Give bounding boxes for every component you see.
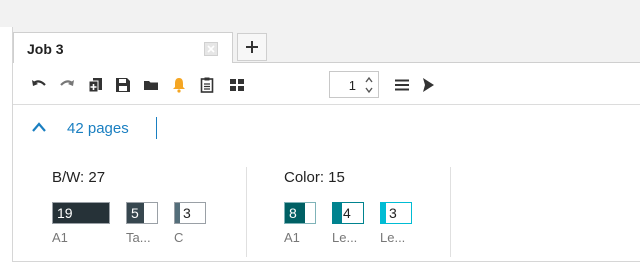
plus-icon [246,41,258,53]
layout-grid-icon[interactable] [228,76,246,94]
folder-icon[interactable] [142,76,160,94]
bw-chip-3-count: 3 [183,205,191,221]
clipboard-icon[interactable] [198,76,216,94]
bw-chip-3[interactable]: 3 [174,202,206,224]
bw-chip-1-caption: A1 [52,230,68,245]
color-chip-2-caption: Le... [332,230,358,245]
bw-chip-1-count: 19 [57,205,73,221]
copies-value: 1 [348,78,356,93]
save-icon[interactable] [114,76,132,94]
color-title: Color: 15 [284,169,345,186]
group-divider-right [450,167,451,257]
bw-chip-3-caption: C [174,230,184,245]
stepper-arrows-icon[interactable] [364,75,374,95]
color-chip-3-caption: Le... [380,230,406,245]
redo-icon[interactable] [58,76,76,94]
job-panel: Job 3 1 42 pages B/W: 27 19 A1 5 Ta... 3… [12,27,640,262]
group-divider [246,167,247,257]
color-chip-2-fill [333,203,342,223]
color-chip-2[interactable]: 4 [332,202,364,224]
tab-strip: Job 3 [13,27,640,63]
bw-chip-2[interactable]: 5 [126,202,158,224]
text-caret [156,117,157,139]
send-icon[interactable] [419,76,437,94]
insert-pages-icon[interactable] [86,76,104,94]
tab-job[interactable]: Job 3 [13,32,233,63]
color-chip-3[interactable]: 3 [380,202,412,224]
add-tab-button[interactable] [237,33,267,61]
undo-icon[interactable] [30,76,48,94]
copies-stepper[interactable]: 1 [329,71,379,98]
bw-chip-2-caption: Ta... [126,230,151,245]
bw-chip-1[interactable]: 19 [52,202,110,224]
menu-icon[interactable] [393,76,411,94]
close-tab-icon[interactable] [204,42,218,56]
color-chip-3-fill [381,203,387,223]
bw-title: B/W: 27 [52,169,106,186]
color-chip-3-count: 3 [389,205,397,221]
tab-title: Job 3 [27,41,64,57]
toolbar: 1 [13,63,640,105]
window-top-band [0,0,640,27]
chevron-up-icon[interactable] [31,121,47,133]
bell-icon[interactable] [170,76,188,94]
color-chip-1-caption: A1 [284,230,300,245]
color-chip-2-count: 4 [343,205,351,221]
bw-chip-3-fill [175,203,181,223]
color-chip-1-count: 8 [289,205,297,221]
color-chip-1[interactable]: 8 [284,202,316,224]
pages-count-label[interactable]: 42 pages [67,120,129,137]
bw-chip-2-count: 5 [131,205,139,221]
